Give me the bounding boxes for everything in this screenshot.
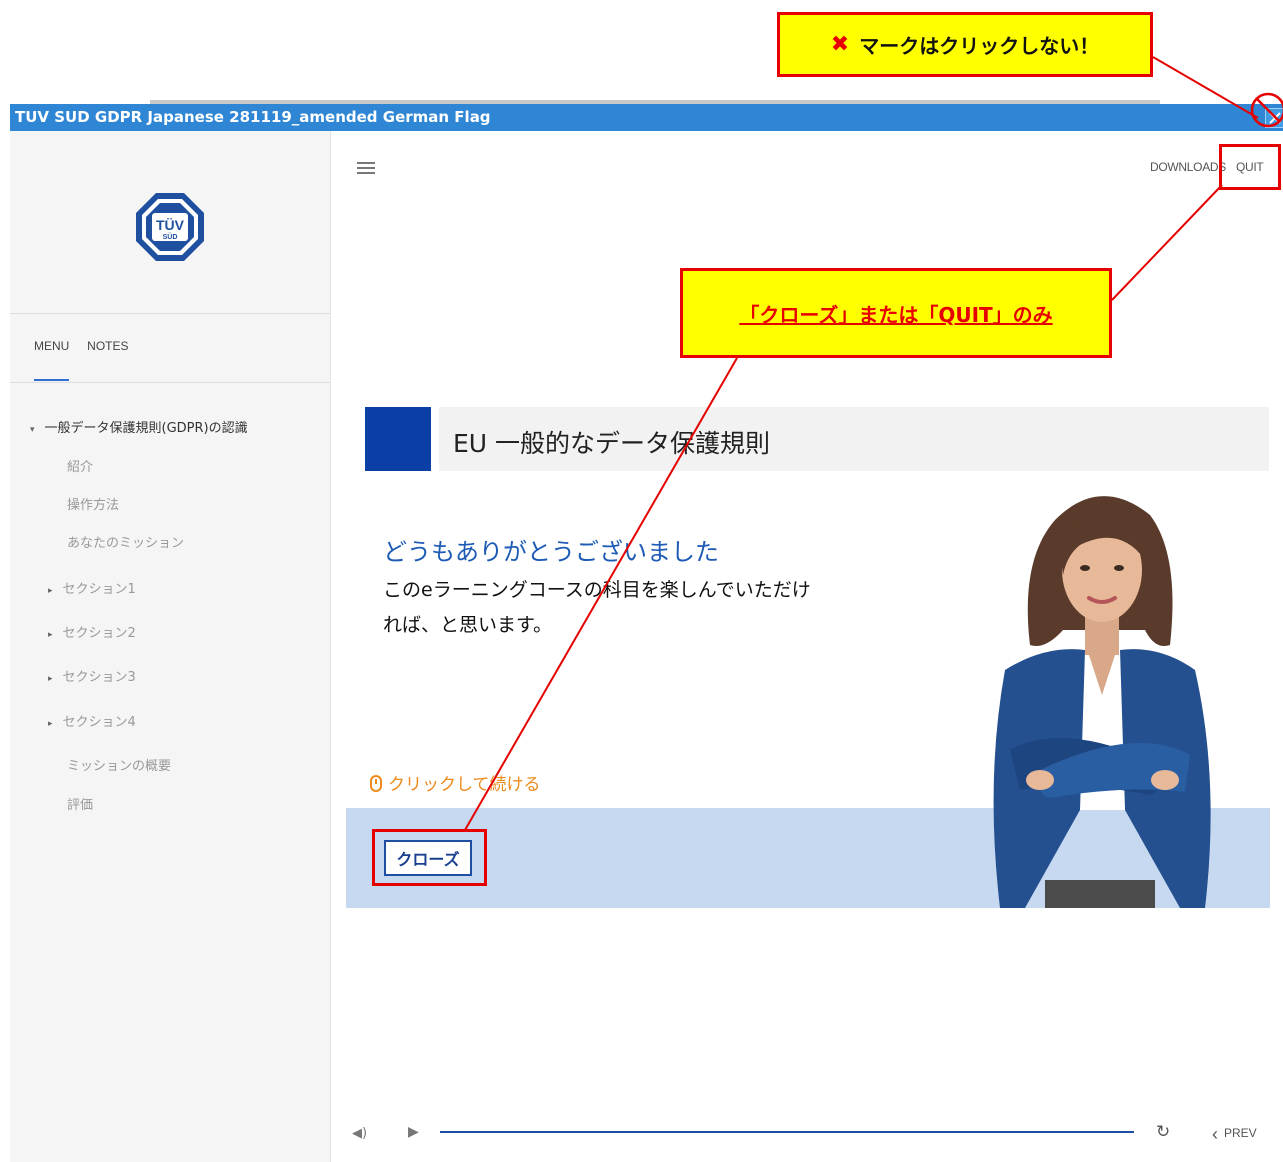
tuv-sud-logo: TÜV SÜD <box>136 193 204 261</box>
chevron-right-icon: ▸ <box>48 630 53 640</box>
volume-icon[interactable]: ◀︎) <box>352 1126 367 1141</box>
mouse-icon <box>370 775 382 792</box>
click-hint-label: クリックして続ける <box>388 775 541 795</box>
sidebar-tabs: MENU NOTES <box>34 339 143 353</box>
play-icon[interactable]: ▶ <box>408 1124 419 1140</box>
window-close-button[interactable] <box>1265 108 1283 128</box>
menu-item-section1[interactable]: ▸ セクション1 <box>48 578 136 597</box>
menu-item-label: セクション3 <box>62 670 136 685</box>
logo-text-top: TÜV <box>156 217 185 233</box>
annotation-callout-mid: 「クローズ」または「QUIT」のみ <box>680 268 1112 358</box>
prev-label: PREV <box>1224 1126 1257 1140</box>
chevron-down-icon: ▾ <box>30 425 35 435</box>
title-accent-square <box>365 407 431 471</box>
window-titlebar: TUV SUD GDPR Japanese 281119_amended Ger… <box>10 104 1283 131</box>
menu-item-assessment[interactable]: 評価 <box>67 794 93 813</box>
logo-text-bottom: SÜD <box>163 232 178 241</box>
menu-item-label: 一般データ保護規則(GDPR)の認識 <box>44 421 248 436</box>
reload-icon[interactable]: ↻ <box>1156 1122 1170 1142</box>
window-title: TUV SUD GDPR Japanese 281119_amended Ger… <box>15 108 491 126</box>
chevron-right-icon: ▸ <box>48 674 53 684</box>
body-line: れば、と思います。 <box>383 614 553 636</box>
annotation-box-quit <box>1219 144 1281 190</box>
thanks-heading: どうもありがとうございました <box>383 538 719 566</box>
annotation-text: マークはクリックしない！ <box>859 34 1100 58</box>
menu-item-mission-summary[interactable]: ミッションの概要 <box>67 755 171 774</box>
menu-item-mission[interactable]: あなたのミッション <box>67 532 184 551</box>
hamburger-menu-icon[interactable] <box>357 162 375 174</box>
downloads-link[interactable]: DOWNLOADS <box>1150 160 1226 174</box>
chevron-left-icon: ‹ <box>1212 1124 1218 1144</box>
sidebar-divider <box>10 382 330 383</box>
annotation-callout-top: ✖ マークはクリックしない！ <box>777 12 1153 77</box>
menu-item-section3[interactable]: ▸ セクション3 <box>48 666 136 685</box>
menu-item-label: セクション4 <box>62 715 136 730</box>
click-to-continue[interactable]: クリックして続ける <box>370 770 541 795</box>
prev-button[interactable]: ‹ PREV <box>1212 1124 1257 1145</box>
menu-item-section2[interactable]: ▸ セクション2 <box>48 622 136 641</box>
chevron-right-icon: ▸ <box>48 586 53 596</box>
menu-item-label: セクション1 <box>62 582 136 597</box>
active-tab-indicator <box>34 379 69 381</box>
slide-body-text: このeラーニングコースの科目を楽しんでいただけ れば、と思います。 <box>383 573 903 643</box>
progress-bar[interactable] <box>440 1131 1134 1133</box>
presenter-illustration <box>993 496 1211 908</box>
menu-item-gdpr[interactable]: ▾ 一般データ保護規則(GDPR)の認識 <box>30 417 248 436</box>
tab-notes[interactable]: NOTES <box>87 339 128 353</box>
chevron-right-icon: ▸ <box>48 719 53 729</box>
menu-item-section4[interactable]: ▸ セクション4 <box>48 711 136 730</box>
menu-item-label: セクション2 <box>62 626 136 641</box>
menu-item-intro[interactable]: 紹介 <box>67 456 93 475</box>
annotation-box-close <box>372 829 487 886</box>
menu-item-howto[interactable]: 操作方法 <box>67 494 119 513</box>
sidebar-divider <box>10 313 330 314</box>
slide-title: EU 一般的なデータ保護規則 <box>453 429 771 458</box>
tab-menu[interactable]: MENU <box>34 339 69 353</box>
close-icon <box>1269 112 1281 124</box>
sidebar: TÜV SÜD MENU NOTES ▾ 一般データ保護規則(GDPR)の認識 紹… <box>10 131 331 1162</box>
body-line: このeラーニングコースの科目を楽しんでいただけ <box>383 579 811 601</box>
cross-mark-icon: ✖ <box>830 32 850 57</box>
